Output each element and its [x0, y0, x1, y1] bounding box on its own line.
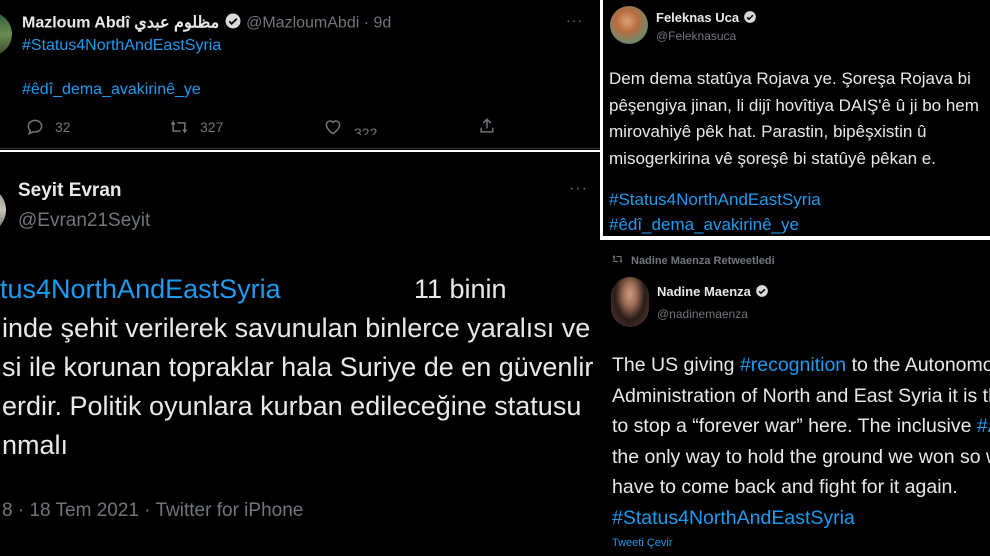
tweet-header: Mazloum Abdî مظلوم عبدي @MazloumAbdi · 9… — [22, 12, 391, 35]
tweet-text: The US giving #recognition to the Autono… — [612, 350, 990, 533]
hashtag-link[interactable]: #Status4NorthAndEastSyria — [609, 190, 821, 210]
reply-count: 32 — [55, 119, 71, 135]
author-name[interactable]: Mazloum Abdî — [22, 15, 130, 32]
tweet-line: pêşengiya jinan, li dijî hovîtiya DAIŞ'ê… — [609, 95, 979, 115]
hashtag-link[interactable]: #Status4NorthAndEastSyria — [22, 37, 221, 55]
like-count: 322 — [354, 124, 378, 135]
tweet-header: Feleknas Uca — [656, 10, 757, 27]
tweet-line: have to come back and fight for it again… — [612, 476, 958, 498]
tweet-time[interactable]: 9d — [374, 15, 392, 32]
tweet-line: si ile korunan topraklar hala Suriye de … — [2, 352, 594, 382]
retweet-icon — [611, 253, 624, 268]
retweeted-by[interactable]: Nadine Maenza Retweetledi — [631, 255, 775, 267]
reply-button[interactable]: 32 — [25, 117, 71, 137]
translate-link[interactable]: Tweeti Çevir — [612, 537, 673, 549]
like-icon — [322, 117, 344, 137]
more-icon[interactable]: ··· — [566, 12, 583, 28]
tweet-text: Dem dema statûya Rojava ye. Şoreşa Rojav… — [609, 66, 990, 172]
tweet-line: The US giving #recognition to the Autono… — [612, 350, 990, 381]
hashtag-link[interactable]: #êdî_dema_avakirinê_ye — [609, 215, 799, 235]
tweet-line: the only way to hold the ground we won s… — [612, 445, 990, 468]
more-icon[interactable]: ··· — [569, 180, 588, 198]
avatar[interactable] — [610, 6, 648, 44]
retweet-button[interactable]: 327 — [168, 117, 223, 137]
like-button[interactable]: 322 — [322, 117, 377, 137]
tweet-line: erdir. Politik oyunlara kurban edileceği… — [2, 391, 582, 421]
hashtag-link[interactable]: #êdî_dema_avakirinê_ye — [22, 81, 201, 99]
author-handle[interactable]: @nadinemaenza — [657, 307, 748, 321]
tweet-text-fragment: to stop a “forever war” here. The inclus… — [612, 415, 977, 437]
tweet-line: inde şehit verilerek savunulan binlerce … — [2, 313, 591, 343]
tweet-text-fragment: The US giving — [612, 354, 740, 376]
avatar[interactable] — [611, 277, 649, 327]
tweet-line: misogerkirina vê şoreşê bi statûyê pêkan… — [609, 148, 936, 168]
author-name[interactable]: Nadine Maenza — [657, 284, 751, 299]
divider — [0, 148, 600, 149]
author-name[interactable]: Feleknas Uca — [656, 10, 739, 25]
tweet-line: tus4NorthAndEastSyria 11 binin — [0, 270, 600, 309]
tweet-metadata[interactable]: 8 · 18 Tem 2021 · Twitter for iPhone — [2, 500, 303, 522]
author-handle[interactable]: @Feleknasuca — [656, 29, 736, 43]
tweet-panel-seyit: Seyit Evran @Evran21Seyit ··· tus4NorthA… — [0, 152, 600, 556]
author-handle[interactable]: @MazloumAbdi — [246, 15, 359, 32]
hashtag-link[interactable]: #AANE — [977, 415, 990, 437]
tweet-line: mirovahiyê pêk hat. Parastin, bipêşxisti… — [609, 122, 927, 141]
verified-icon — [224, 12, 242, 35]
tweet-text-fragment: 11 binin — [414, 274, 507, 304]
tweet-line: nmalı — [2, 430, 69, 460]
tweet-line: Administration of North and East Syria i… — [612, 384, 990, 407]
verified-icon — [743, 10, 757, 27]
share-button[interactable] — [477, 116, 497, 136]
tweet-text: tus4NorthAndEastSyria 11 binin inde şehi… — [0, 270, 600, 465]
hashtag-link[interactable]: #Status4NorthAndEastSyria — [612, 503, 990, 534]
verified-icon — [755, 284, 769, 301]
retweet-icon — [168, 117, 190, 137]
retweet-context: Nadine Maenza Retweetledi — [611, 253, 775, 268]
tweet-line: to stop a “forever war” here. The inclus… — [612, 411, 990, 442]
tweet-panel-nadine: Nadine Maenza Retweetledi Nadine Maenza … — [599, 240, 990, 556]
tweet-panel-feleknas: Feleknas Uca @Feleknasuca Dem dema statû… — [603, 0, 990, 236]
avatar[interactable] — [0, 12, 12, 56]
author-name[interactable]: Seyit Evran — [18, 180, 122, 202]
tweet-panel-mazloum: Mazloum Abdî مظلوم عبدي @MazloumAbdi · 9… — [0, 0, 600, 150]
tweet-header: Nadine Maenza — [657, 284, 769, 301]
author-name-arabic[interactable]: مظلوم عبدي — [134, 15, 219, 32]
avatar[interactable] — [0, 186, 6, 234]
tweet-text-fragment: to the Autonomous — [851, 354, 990, 376]
author-handle[interactable]: @Evran21Seyit — [18, 210, 150, 232]
hashtag-link[interactable]: #recognition — [740, 354, 846, 376]
reply-icon — [25, 117, 45, 137]
share-icon — [477, 116, 497, 136]
hashtag-link[interactable]: tus4NorthAndEastSyria — [0, 274, 281, 304]
tweet-line: Dem dema statûya Rojava ye. Şoreşa Rojav… — [609, 69, 971, 88]
retweet-count: 327 — [200, 119, 224, 135]
